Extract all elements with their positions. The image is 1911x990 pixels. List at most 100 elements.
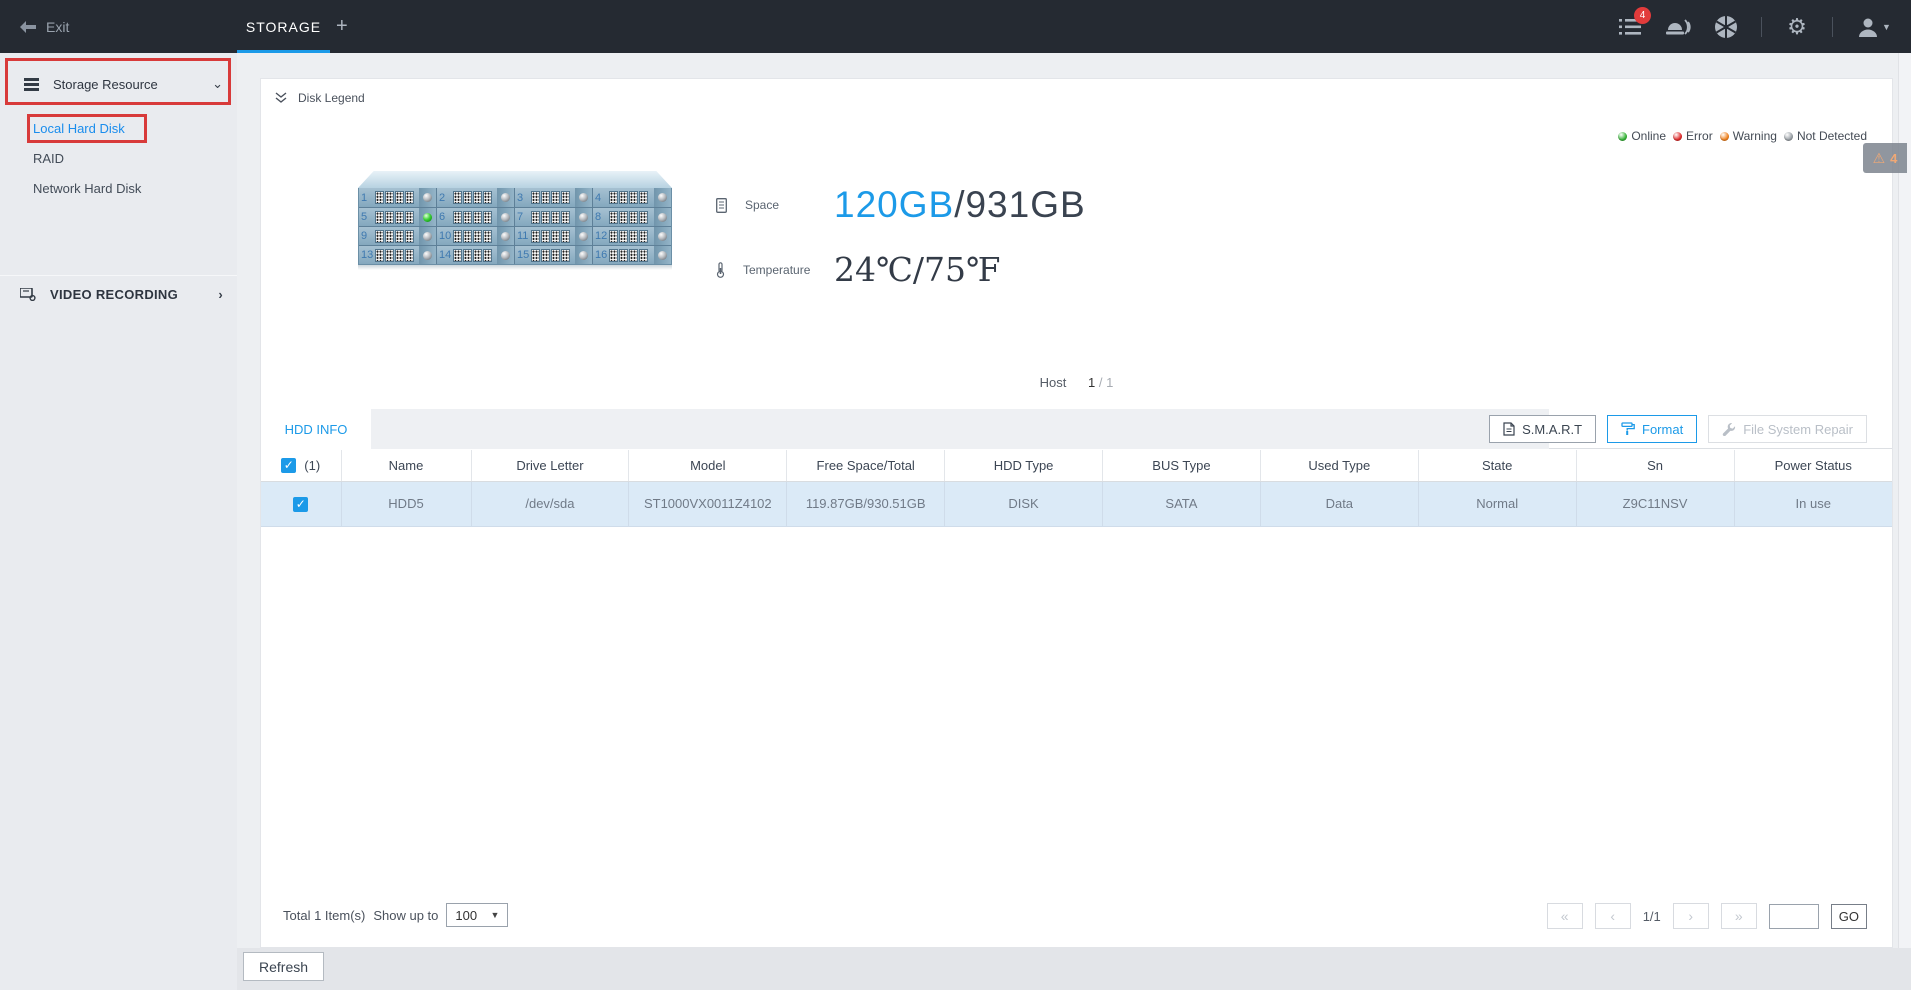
- table-pagination: Total 1 Item(s) Show up to 100 ▼ « ‹ 1/1…: [261, 903, 1892, 929]
- enclosure-row: 13 14 15 16: [359, 245, 671, 264]
- column-header-bus-type: BUS Type: [1102, 450, 1261, 482]
- tab-storage[interactable]: STORAGE: [237, 0, 330, 53]
- temperature-value: 24℃/75℉: [834, 250, 1001, 289]
- status-dot: [1673, 131, 1683, 141]
- video-recording-icon: [20, 288, 36, 301]
- select-all-checkbox[interactable]: ✓: [281, 458, 297, 474]
- slot-led-1: [423, 193, 432, 202]
- disk-slot-6: 6: [437, 208, 515, 226]
- sidebar-item-raid[interactable]: RAID: [33, 151, 64, 166]
- table-cell: Data: [1260, 481, 1419, 527]
- vent: [541, 210, 550, 224]
- status-dot: [1719, 131, 1729, 141]
- table-row[interactable]: ✓ HDD5/dev/sda ST1000VX0011Z4102 119.87GB/9…: [261, 481, 1892, 527]
- exit-label: Exit: [46, 18, 70, 35]
- task-list-icon[interactable]: 4: [1617, 6, 1651, 40]
- refresh-button[interactable]: Refresh: [243, 952, 325, 981]
- vent: [531, 248, 540, 262]
- enclosure-top-face: [358, 171, 672, 188]
- vent: [405, 210, 414, 224]
- show-up-to-label: Show up to: [373, 907, 439, 923]
- smart-button[interactable]: S.M.A.R.T: [1489, 415, 1597, 443]
- page-size-value: 100: [455, 907, 478, 923]
- format-button[interactable]: Format: [1607, 415, 1698, 443]
- vent: [609, 210, 618, 224]
- vent: [385, 248, 394, 262]
- disk-slot-7: 7: [515, 208, 593, 226]
- table-cell: HDD5: [341, 481, 472, 527]
- vent: [395, 229, 404, 243]
- next-page-button[interactable]: ›: [1672, 903, 1709, 929]
- go-button[interactable]: GO: [1830, 903, 1867, 929]
- chevron-right-icon: ›: [218, 287, 223, 302]
- sidebar-group-storage-resource[interactable]: Storage Resource ⌄: [0, 64, 237, 104]
- maintain-wheel-icon[interactable]: [1713, 14, 1739, 40]
- space-used: 120GB: [834, 184, 955, 225]
- vent: [375, 210, 384, 224]
- page-size-select[interactable]: 100 ▼: [446, 903, 509, 927]
- table-cell: In use: [1734, 481, 1892, 527]
- host-current-page: 1: [1088, 375, 1096, 390]
- first-page-button[interactable]: «: [1546, 903, 1583, 929]
- vent: [395, 210, 404, 224]
- row-checkbox[interactable]: ✓: [293, 496, 309, 512]
- disk-slot-4: 4: [593, 188, 671, 207]
- sidebar-item-network-hard-disk[interactable]: Network Hard Disk: [33, 181, 141, 196]
- space-total: 931GB: [965, 184, 1086, 225]
- host-total-pages: / 1: [1098, 375, 1114, 390]
- file-system-repair-button[interactable]: File System Repair: [1708, 415, 1867, 443]
- prev-page-button[interactable]: ‹: [1594, 903, 1631, 929]
- slot-led-13: [423, 250, 432, 260]
- legend-item-not-detected: Not Detected: [1783, 129, 1867, 143]
- vent: [473, 248, 482, 262]
- user-account-icon[interactable]: ▼: [1855, 14, 1893, 40]
- disk-legend-header[interactable]: Disk Legend: [275, 91, 365, 105]
- slot-led-15: [579, 250, 588, 260]
- add-tab-button[interactable]: +: [336, 0, 348, 53]
- tab-hdd-info[interactable]: HDD INFO: [261, 409, 371, 449]
- chevron-down-icon: ⌄: [212, 76, 223, 91]
- vent: [639, 191, 648, 204]
- status-bar: Refresh: [237, 948, 1911, 990]
- disk-legend-label: Disk Legend: [298, 91, 365, 105]
- vent: [551, 248, 560, 262]
- vent: [473, 229, 482, 243]
- alarm-siren-icon[interactable]: [1665, 14, 1691, 40]
- vent: [629, 210, 638, 224]
- vent: [629, 191, 638, 204]
- vent: [551, 210, 560, 224]
- sidebar-item-local-hard-disk[interactable]: Local Hard Disk: [33, 121, 125, 136]
- enclosure-row: 5678: [359, 207, 671, 226]
- legend-item-error: Error: [1673, 129, 1713, 143]
- hdd-table: ✓ (1) Name Drive Letter Model Free Space/Tota…: [261, 450, 1892, 527]
- vent: [405, 229, 414, 243]
- settings-gear-icon[interactable]: ⚙: [1784, 14, 1810, 40]
- vent: [541, 191, 550, 204]
- column-header-state: State: [1418, 450, 1577, 482]
- storage-resource-label: Storage Resource: [53, 76, 158, 92]
- format-roller-icon: [1621, 422, 1635, 436]
- vent: [551, 229, 560, 243]
- disk-slot-3: 3: [515, 188, 593, 207]
- warning-icon: ⚠: [1872, 149, 1886, 166]
- sidebar-group-video-recording[interactable]: VIDEO RECORDING ›: [0, 275, 237, 313]
- vent: [385, 229, 394, 243]
- notification-badge: 4: [1634, 6, 1651, 24]
- page-jump-input[interactable]: [1768, 903, 1819, 929]
- column-header-hdd-type: HDD Type: [944, 450, 1103, 482]
- exit-button[interactable]: Exit: [20, 0, 69, 53]
- vent: [619, 210, 628, 224]
- vent: [483, 191, 492, 204]
- slot-led-6: [501, 212, 510, 222]
- disk-slot-12: 12: [593, 227, 671, 245]
- scrollbar[interactable]: [1898, 53, 1911, 990]
- total-items-label: Total 1 Item(s): [283, 907, 366, 923]
- vent: [629, 248, 638, 262]
- slot-led-16: [658, 250, 667, 260]
- page-indicator: 1/1: [1642, 908, 1661, 924]
- slot-led-11: [579, 231, 588, 241]
- last-page-button[interactable]: »: [1720, 903, 1757, 929]
- vent: [453, 210, 462, 224]
- alarm-flyout-tab[interactable]: ⚠ 4: [1863, 143, 1907, 173]
- host-label: Host: [1039, 375, 1067, 390]
